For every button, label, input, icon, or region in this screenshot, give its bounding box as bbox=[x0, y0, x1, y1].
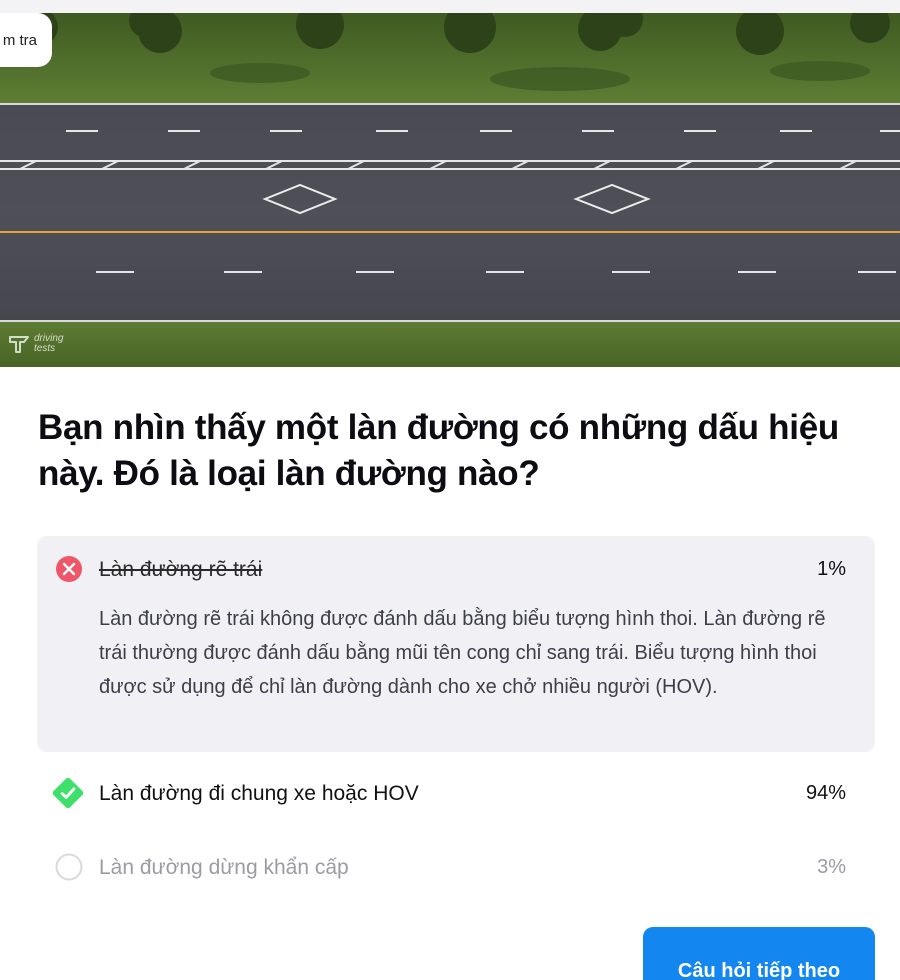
drivingtests-watermark: driving tests bbox=[8, 334, 63, 354]
x-circle-icon bbox=[56, 556, 82, 582]
question-text: Bạn nhìn thấy một làn đường có những dấu… bbox=[38, 408, 839, 493]
option-label: Làn đường đi chung xe hoặc HOV bbox=[99, 782, 419, 805]
option-label: Làn đường dừng khẩn cấp bbox=[99, 856, 349, 879]
option-left-turn-lane[interactable]: Làn đường rẽ trái 1% bbox=[50, 549, 850, 589]
tab-chip[interactable]: m tra bbox=[0, 13, 52, 67]
option-label: Làn đường rẽ trái bbox=[99, 558, 263, 581]
empty-circle-icon bbox=[55, 853, 83, 881]
top-strip bbox=[0, 0, 900, 13]
option-emergency-stop-lane[interactable]: Làn đường dừng khẩn cấp 3% bbox=[50, 847, 850, 887]
road-illustration bbox=[0, 13, 900, 367]
tab-chip-label: m tra bbox=[2, 31, 37, 49]
check-diamond-icon bbox=[52, 777, 84, 809]
answer-explanation: Làn đường rẽ trái không được đánh dấu bằ… bbox=[99, 608, 826, 698]
watermark-line-2: tests bbox=[34, 343, 56, 354]
option-percent: 3% bbox=[817, 856, 846, 878]
drivingtests-logo-icon bbox=[9, 336, 29, 353]
option-hov-lane[interactable]: Làn đường đi chung xe hoặc HOV 94% bbox=[50, 773, 850, 813]
option-percent: 94% bbox=[805, 782, 846, 804]
next-question-button[interactable]: Câu hỏi tiếp theo bbox=[643, 927, 875, 980]
option-percent: 1% bbox=[817, 558, 846, 580]
